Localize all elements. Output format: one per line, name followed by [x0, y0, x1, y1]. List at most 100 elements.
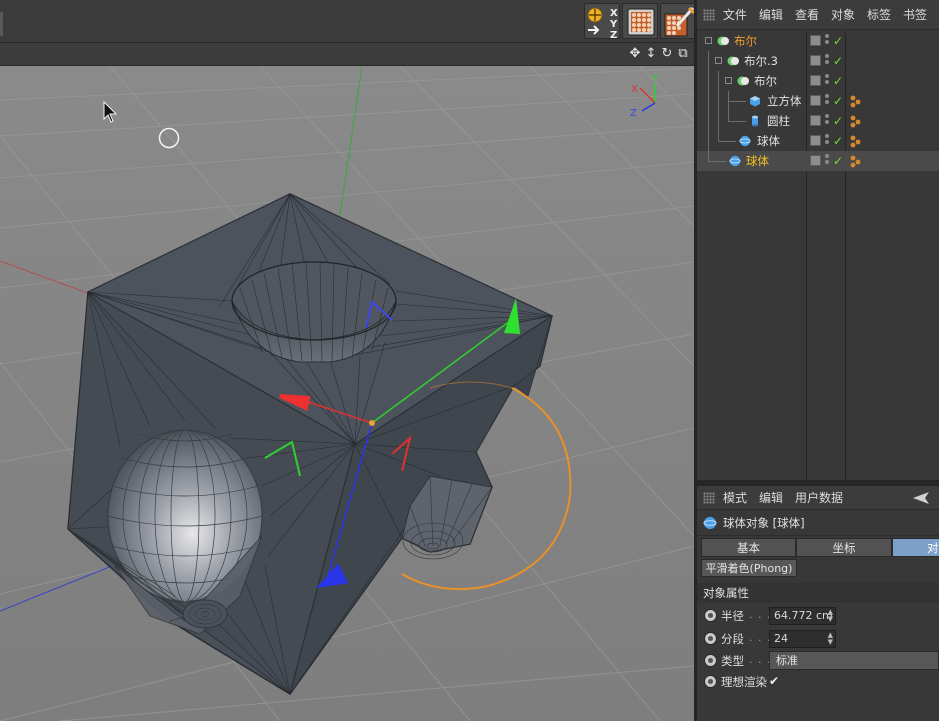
object-name[interactable]: 球体	[746, 151, 769, 171]
stepper-arrows-icon[interactable]: ▲ ▼	[828, 632, 833, 646]
render-visibility-dots[interactable]	[825, 54, 830, 68]
main-toolbar: X Y Z	[0, 0, 697, 43]
render-visibility-dots[interactable]	[825, 94, 830, 108]
gizmo-center[interactable]	[369, 420, 375, 426]
move-view-icon[interactable]: ✥	[628, 46, 642, 62]
coordinate-system-icon: X Y Z	[587, 7, 618, 40]
panel-grip-icon[interactable]	[703, 8, 715, 21]
phong-tab-button[interactable]: 平滑着色(Phong)	[701, 559, 797, 577]
rotate-view-icon[interactable]: ↻	[660, 46, 674, 62]
enable-checkmark[interactable]: ✓	[833, 51, 843, 71]
param-label: 类型	[721, 654, 744, 668]
editor-visibility-toggle[interactable]	[810, 115, 821, 126]
object-list: 布尔 ✓ 布尔.3 ✓ 布尔 ✓ 立方体 ✓ 圆柱 ✓ 球体 ✓ 球体 ✓	[697, 31, 939, 171]
menu-edit[interactable]: 编辑	[759, 489, 783, 506]
param-segments: 分段 . . . 24 ▲ ▼	[697, 628, 939, 650]
viewport-canvas[interactable]: Y X Z	[0, 66, 694, 721]
animate-radio[interactable]	[704, 675, 717, 688]
menu-object[interactable]: 对象	[831, 6, 855, 23]
object-name[interactable]: 布尔	[754, 71, 777, 91]
object-row[interactable]: 布尔 ✓	[697, 31, 939, 51]
param-label: 理想渲染	[721, 675, 767, 689]
param-radius: 半径 . . . 64.772 cm ▲ ▼	[697, 605, 939, 627]
menu-mode[interactable]: 模式	[723, 489, 747, 506]
3d-viewport[interactable]: ✥ ↕ ↻ ⧉ Y X Z	[0, 44, 694, 721]
material-tag-icon[interactable]	[849, 114, 863, 128]
menu-user-data[interactable]: 用户数据	[795, 489, 843, 506]
object-name[interactable]: 圆柱	[767, 111, 790, 131]
render-view-button[interactable]	[622, 3, 658, 39]
menu-tag[interactable]: 标签	[867, 6, 891, 23]
type-dropdown[interactable]: 标准	[769, 651, 939, 670]
object-name[interactable]: 立方体	[767, 91, 802, 111]
back-arrow-icon[interactable]	[911, 491, 933, 505]
tab-object[interactable]: 对象	[892, 538, 939, 557]
radius-input[interactable]: 64.772 cm ▲ ▼	[769, 607, 836, 625]
object-name[interactable]: 布尔.3	[744, 51, 778, 71]
segments-input[interactable]: 24 ▲ ▼	[769, 630, 836, 648]
ideal-render-checkbox[interactable]: ✔	[769, 675, 781, 687]
param-label: 半径	[721, 609, 744, 623]
object-row-selected[interactable]: 球体 ✓	[697, 151, 939, 171]
z-letter: Z	[610, 30, 617, 40]
object-title: 球体对象 [球体]	[723, 515, 805, 530]
x-letter: X	[610, 8, 618, 19]
object-row[interactable]: 圆柱 ✓	[697, 111, 939, 131]
render-visibility-dots[interactable]	[825, 114, 830, 128]
object-name[interactable]: 球体	[757, 131, 780, 151]
render-view-icon	[627, 8, 655, 36]
attribute-manager: 模式 编辑 用户数据 球体对象 [球体] 基本 坐标 对象 平滑着色(Phong…	[697, 486, 939, 721]
enable-checkmark[interactable]: ✓	[833, 71, 843, 91]
animate-radio[interactable]	[704, 654, 717, 667]
render-visibility-dots[interactable]	[825, 74, 830, 88]
editor-visibility-toggle[interactable]	[810, 55, 821, 66]
radius-value: 64.772 cm	[774, 609, 833, 622]
object-row[interactable]: 球体 ✓	[697, 131, 939, 151]
enable-checkmark[interactable]: ✓	[833, 31, 843, 51]
material-tag-icon[interactable]	[849, 134, 863, 148]
object-row[interactable]: 布尔.3 ✓	[697, 51, 939, 71]
material-tag-icon[interactable]	[849, 94, 863, 108]
object-name[interactable]: 布尔	[734, 31, 757, 51]
animate-radio[interactable]	[704, 632, 717, 645]
viewport-header: ✥ ↕ ↻ ⧉	[0, 44, 694, 66]
object-row[interactable]: 布尔 ✓	[697, 71, 939, 91]
menu-file[interactable]: 文件	[723, 6, 747, 23]
param-ideal-render: 理想渲染 ✔	[697, 671, 939, 693]
dolly-view-icon[interactable]: ↕	[644, 46, 658, 62]
stepper-arrows-icon[interactable]: ▲ ▼	[828, 609, 833, 623]
editor-visibility-toggle[interactable]	[810, 35, 821, 46]
object-header: 球体对象 [球体]	[697, 510, 939, 536]
sphere-icon	[703, 516, 717, 529]
material-tag-icon[interactable]	[849, 154, 863, 168]
render-visibility-dots[interactable]	[825, 34, 830, 48]
param-type: 类型 . . . 标准	[697, 650, 939, 672]
enable-checkmark[interactable]: ✓	[833, 91, 843, 111]
animate-radio[interactable]	[704, 609, 717, 622]
object-manager: 文件 编辑 查看 对象 标签 书签 布尔 ✓ 布尔.3 ✓ 布尔 ✓ 立方体 ✓…	[697, 0, 939, 480]
render-settings-button[interactable]	[660, 3, 696, 39]
enable-checkmark[interactable]: ✓	[833, 131, 843, 151]
editor-visibility-toggle[interactable]	[810, 75, 821, 86]
editor-visibility-toggle[interactable]	[810, 135, 821, 146]
tab-coordinates[interactable]: 坐标	[796, 538, 892, 557]
menu-edit[interactable]: 编辑	[759, 6, 783, 23]
menu-bookmark[interactable]: 书签	[903, 6, 927, 23]
axis-x-label: X	[631, 84, 638, 95]
coordinate-system-button[interactable]: X Y Z	[584, 3, 620, 40]
render-visibility-dots[interactable]	[825, 154, 830, 168]
attribute-tabs: 基本 坐标 对象	[697, 538, 939, 558]
editor-visibility-toggle[interactable]	[810, 95, 821, 106]
toggle-view-icon[interactable]: ⧉	[676, 46, 690, 62]
boolean-icon	[717, 36, 729, 46]
enable-checkmark[interactable]: ✓	[833, 111, 843, 131]
boolean-icon	[737, 76, 749, 86]
object-row[interactable]: 立方体 ✓	[697, 91, 939, 111]
render-visibility-dots[interactable]	[825, 134, 830, 148]
enable-checkmark[interactable]: ✓	[833, 151, 843, 171]
panel-grip-icon[interactable]	[703, 491, 715, 504]
editor-visibility-toggle[interactable]	[810, 155, 821, 166]
attribute-manager-menubar: 模式 编辑 用户数据	[697, 486, 939, 510]
menu-view[interactable]: 查看	[795, 6, 819, 23]
tab-basic[interactable]: 基本	[701, 538, 796, 557]
